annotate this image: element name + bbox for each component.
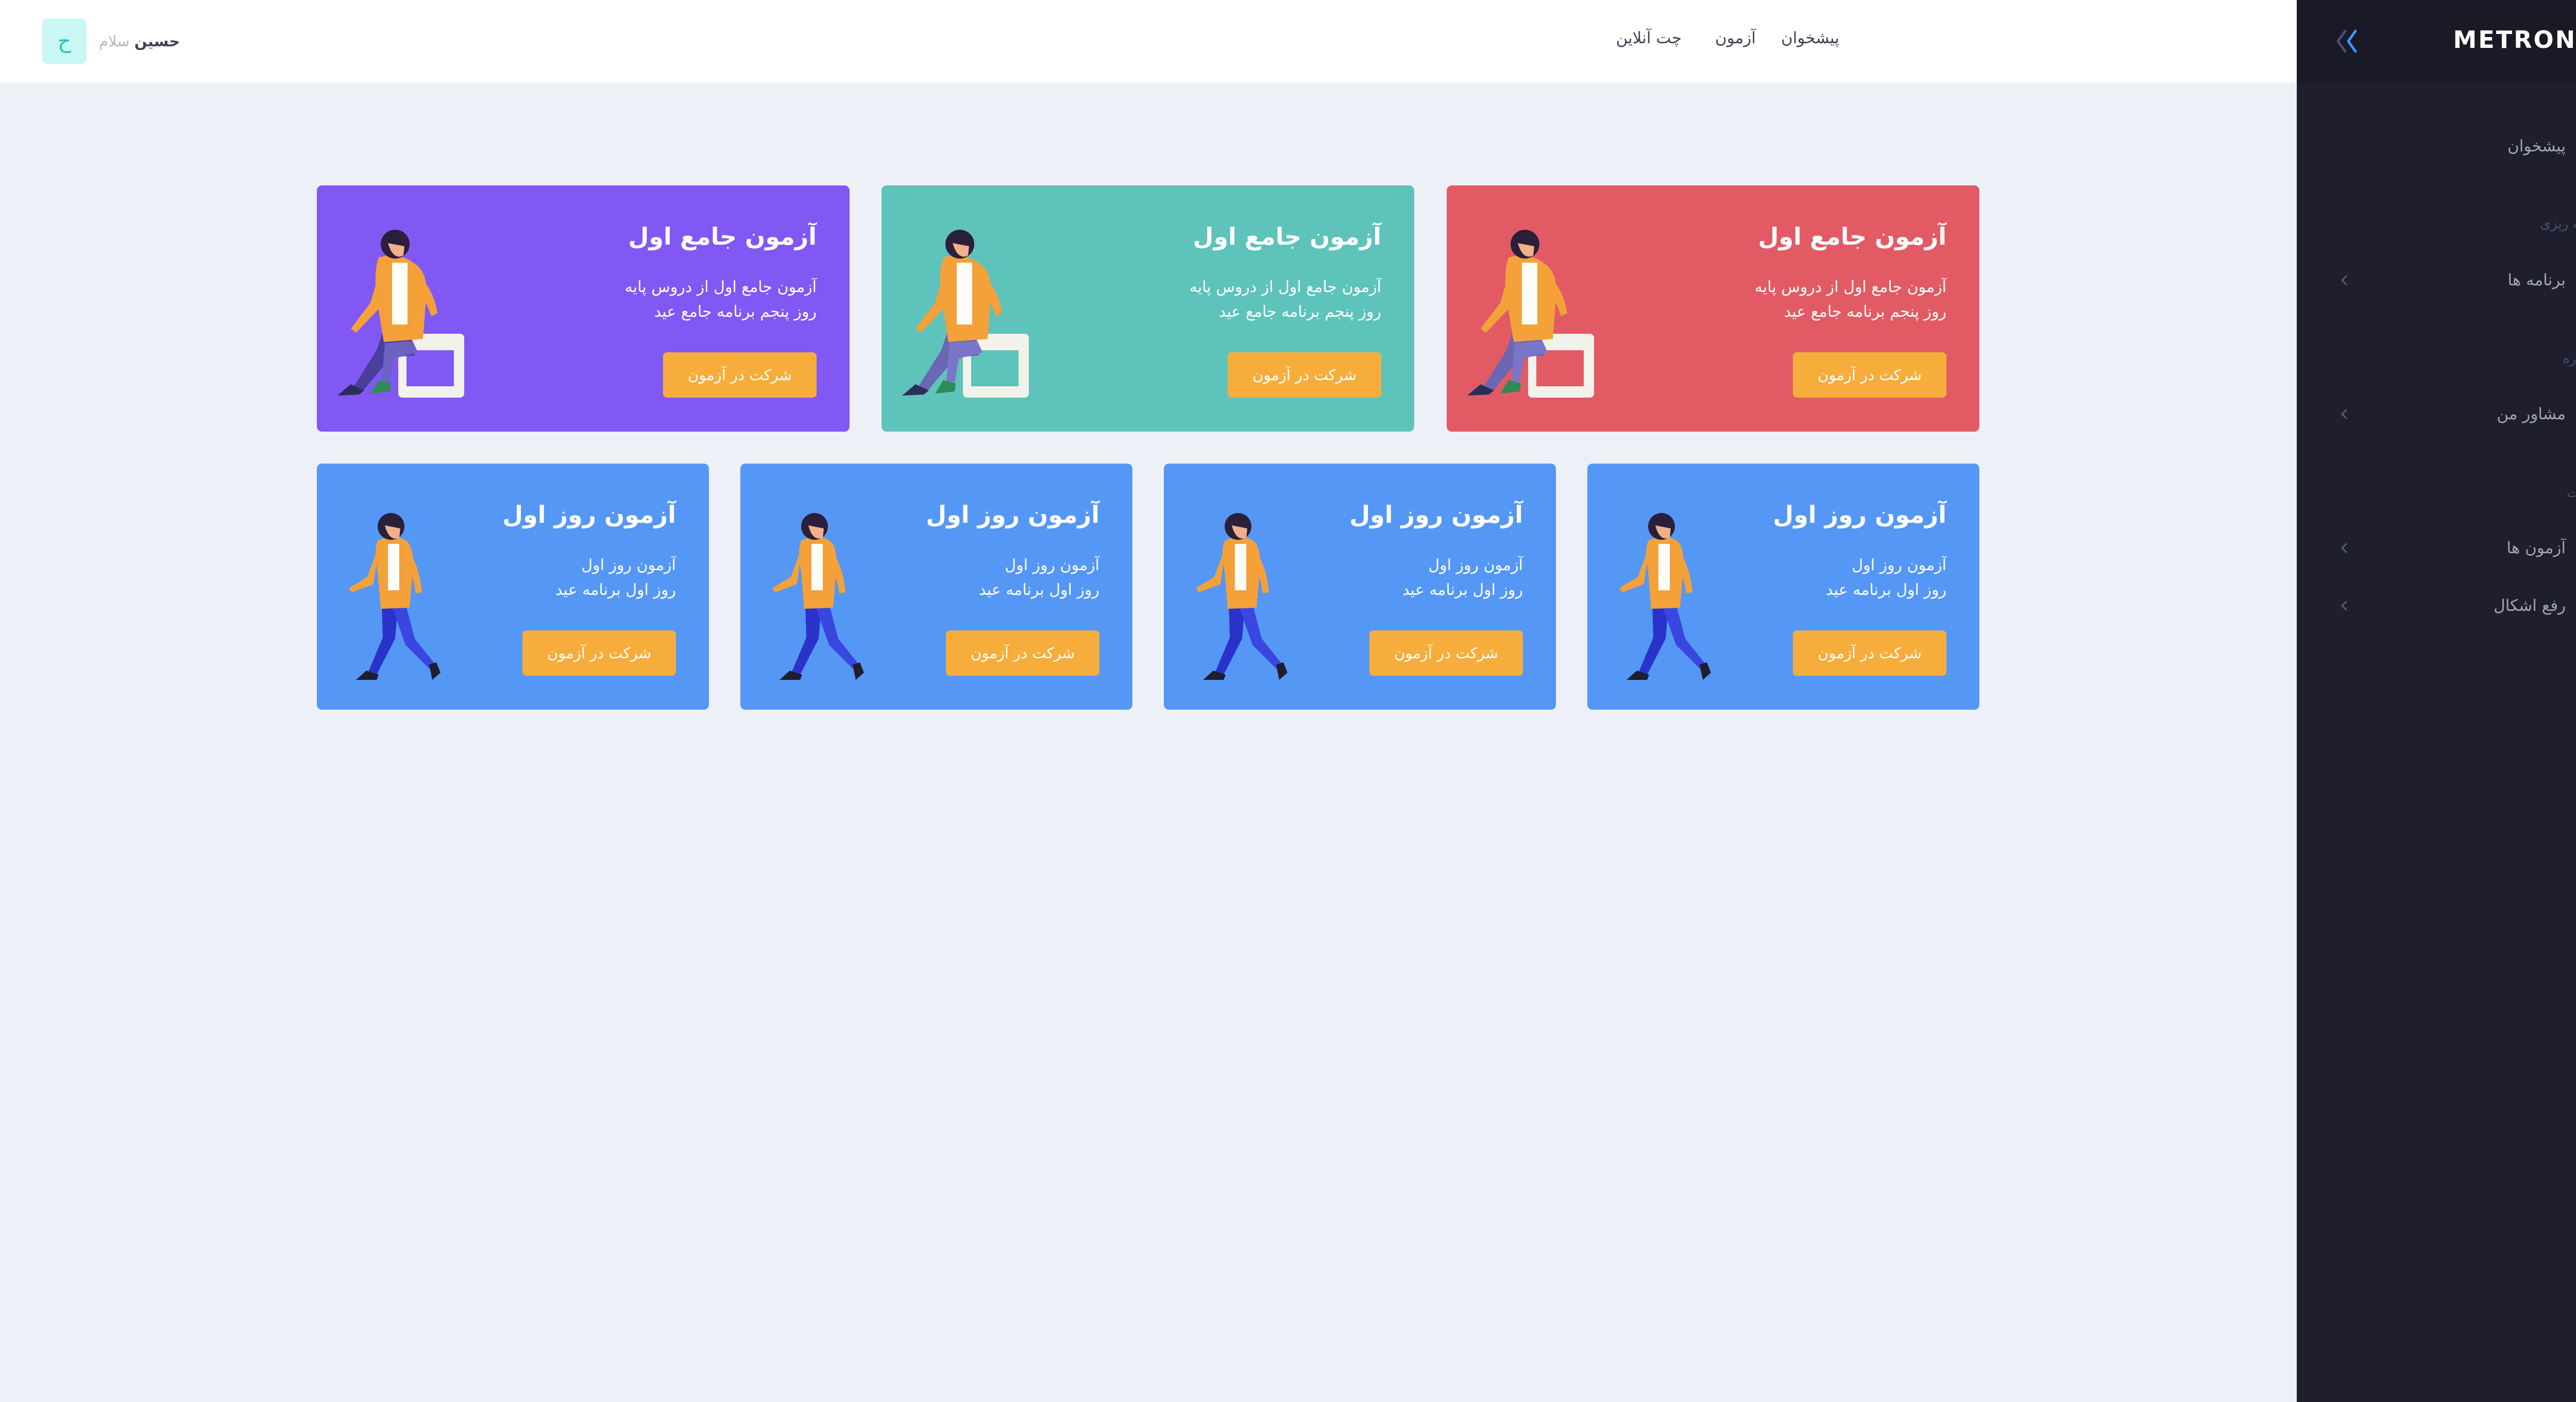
sidebar-item-troubleshooting[interactable]: رفع اشکال	[2338, 585, 2576, 626]
sitting-person-illustration	[337, 230, 464, 398]
section-title-services: خدمات	[2566, 485, 2576, 501]
join-exam-button[interactable]: شرکت در آزمون	[1793, 352, 1946, 398]
card-subtitle: روز اول برنامه عید	[555, 581, 676, 599]
sidebar-item-label: مشاور من	[2497, 405, 2566, 423]
card-description: آزمون روز اول	[1428, 556, 1523, 574]
chevron-left-icon	[2341, 543, 2347, 553]
card-subtitle: روز اول برنامه عید	[979, 581, 1099, 599]
exam-card: آزمون روز اول آزمون روز اول روز اول برنا…	[740, 464, 1132, 710]
card-title: آزمون جامع اول	[1758, 223, 1946, 250]
card-description: آزمون روز اول	[1852, 556, 1946, 574]
card-title: آزمون روز اول	[502, 501, 676, 528]
card-title: آزمون روز اول	[1349, 501, 1523, 528]
chevron-left-icon	[2341, 409, 2347, 419]
card-title: آزمون روز اول	[1773, 501, 1946, 528]
join-exam-button[interactable]: شرکت در آزمون	[1228, 352, 1381, 398]
exam-card: آزمون روز اول آزمون روز اول روز اول برنا…	[1164, 464, 1556, 710]
join-exam-button[interactable]: شرکت در آزمون	[946, 630, 1099, 676]
section-title-counseling: مشاوره	[2563, 351, 2576, 367]
brand-logo[interactable]: METRONIC	[2453, 26, 2576, 54]
card-description: آزمون جامع اول از دروس پایه	[1754, 278, 1946, 296]
exam-card: آزمون جامع اول آزمون جامع اول از دروس پا…	[317, 185, 850, 432]
walking-person-illustration	[772, 513, 864, 680]
join-exam-button[interactable]: شرکت در آزمون	[1793, 630, 1946, 676]
greeting-text: سلام	[99, 32, 130, 50]
section-title-planning: برنامه ریزی	[2540, 216, 2576, 232]
join-exam-button[interactable]: شرکت در آزمون	[1369, 630, 1523, 676]
exam-card: آزمون روز اول آزمون روز اول روز اول برنا…	[1587, 464, 1979, 710]
card-description: آزمون جامع اول از دروس پایه	[1189, 278, 1381, 296]
walking-person-illustration	[1196, 513, 1287, 680]
card-subtitle: روز پنجم برنامه جامع عید	[654, 303, 817, 321]
card-description: آزمون روز اول	[581, 556, 676, 574]
top-header: پیشخوان آزمون چت آنلاین ح حسین سلام	[0, 0, 2297, 83]
chevron-left-icon	[2341, 275, 2347, 285]
user-menu[interactable]: ح حسین سلام	[42, 19, 180, 64]
sidebar-item-label: پیشخوان	[2507, 137, 2566, 156]
card-subtitle: روز اول برنامه عید	[1402, 581, 1523, 599]
card-description: آزمون جامع اول از دروس پایه	[624, 278, 817, 296]
exam-card: آزمون جامع اول آزمون جامع اول از دروس پا…	[882, 185, 1414, 432]
sidebar-brand-bar: METRONIC	[2297, 0, 2576, 82]
sitting-person-illustration	[902, 230, 1029, 398]
nav-exam[interactable]: آزمون	[1715, 29, 1756, 47]
avatar[interactable]: ح	[42, 19, 87, 64]
card-title: آزمون جامع اول	[1193, 223, 1381, 250]
chevron-left-icon	[2341, 601, 2347, 611]
sidebar-item-programs[interactable]: برنامه ها	[2338, 260, 2576, 301]
card-subtitle: روز پنجم برنامه جامع عید	[1784, 303, 1946, 321]
nav-online-chat[interactable]: چت آنلاین	[1616, 29, 1682, 47]
join-exam-button[interactable]: شرکت در آزمون	[663, 352, 817, 398]
sidebar: METRONIC پیشخوان برنامه ریزی برنامه ها م…	[2297, 0, 2576, 1402]
walking-person-illustration	[1619, 513, 1711, 680]
collapse-toggle-icon[interactable]	[2334, 27, 2365, 56]
card-subtitle: روز اول برنامه عید	[1826, 581, 1946, 599]
sidebar-item-my-advisor[interactable]: مشاور من	[2338, 394, 2576, 435]
card-description: آزمون روز اول	[1005, 556, 1099, 574]
walking-person-illustration	[349, 513, 440, 680]
exam-card: آزمون جامع اول آزمون جامع اول از دروس پا…	[1447, 185, 1979, 432]
sitting-person-illustration	[1467, 230, 1594, 398]
card-title: آزمون جامع اول	[628, 223, 817, 250]
card-subtitle: روز پنجم برنامه جامع عید	[1218, 303, 1381, 321]
nav-dashboard[interactable]: پیشخوان	[1781, 29, 1839, 47]
user-greeting: حسین سلام	[99, 32, 180, 50]
sidebar-item-dashboard[interactable]: پیشخوان	[2338, 126, 2576, 167]
sidebar-item-label: برنامه ها	[2507, 271, 2566, 289]
sidebar-item-exams[interactable]: آزمون ها	[2338, 527, 2576, 569]
join-exam-button[interactable]: شرکت در آزمون	[522, 630, 676, 676]
exam-card: آزمون روز اول آزمون روز اول روز اول برنا…	[317, 464, 709, 710]
sidebar-item-label: رفع اشکال	[2494, 596, 2566, 615]
card-title: آزمون روز اول	[926, 501, 1099, 528]
user-name: حسین	[134, 32, 180, 50]
sidebar-item-label: آزمون ها	[2506, 539, 2566, 557]
